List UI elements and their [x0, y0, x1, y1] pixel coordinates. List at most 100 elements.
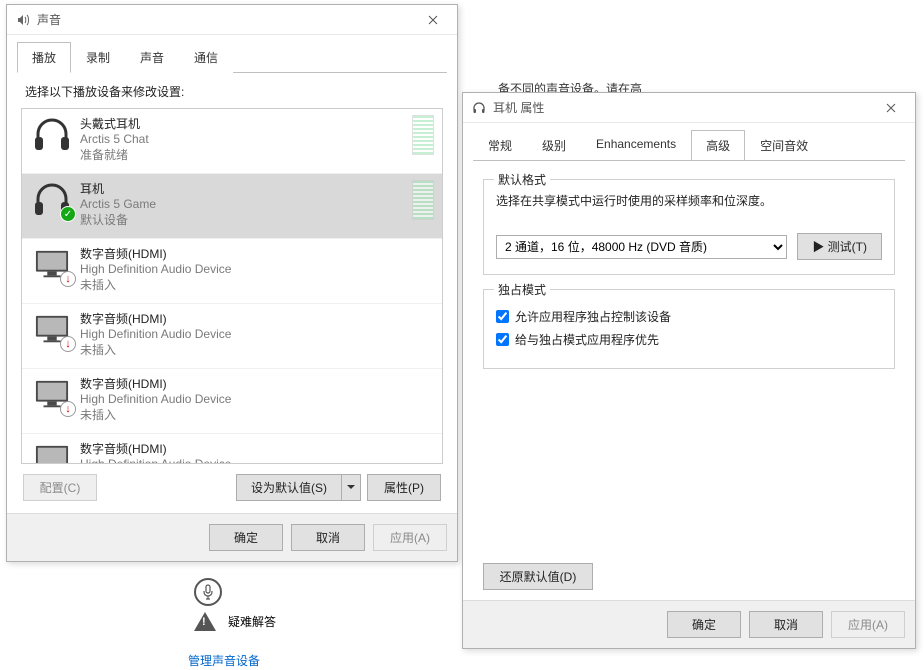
headphones-icon: ✓	[30, 180, 74, 220]
device-name: 数字音频(HDMI)	[80, 440, 434, 457]
manage-sound-link[interactable]: 管理声音设备	[188, 652, 260, 669]
sound-titlebar: 声音	[7, 5, 457, 35]
props-tab-0[interactable]: 常规	[473, 130, 527, 161]
props-titlebar: 耳机 属性	[463, 93, 915, 123]
headphones-icon	[471, 100, 487, 116]
device-row[interactable]: ↓数字音频(HDMI)High Definition Audio Device未…	[22, 304, 442, 369]
device-status: 准备就绪	[80, 146, 408, 163]
unplugged-badge-icon: ↓	[60, 336, 76, 352]
close-icon[interactable]	[875, 94, 907, 122]
instruction-text: 选择以下播放设备来修改设置:	[21, 83, 443, 108]
troubleshoot-label: 疑难解答	[228, 613, 276, 630]
device-texts: 数字音频(HDMI)High Definition Audio Device未插…	[80, 245, 434, 293]
device-sub: High Definition Audio Device	[80, 327, 434, 341]
troubleshoot-row[interactable]: 疑难解答	[194, 612, 276, 631]
device-texts: 数字音频(HDMI)High Definition Audio Device未插…	[80, 310, 434, 358]
device-name: 头戴式耳机	[80, 115, 408, 132]
checkbox-input[interactable]	[496, 333, 509, 346]
monitor-icon: ↓	[30, 375, 74, 415]
device-texts: 数字音频(HDMI)High Definition Audio Device	[80, 440, 434, 464]
device-buttons-row: 配置(C) 设为默认值(S) 属性(P)	[21, 464, 443, 509]
props-tabs: 常规级别Enhancements高级空间音效	[463, 123, 915, 160]
monitor-icon: ↓	[30, 245, 74, 285]
sound-tab-1[interactable]: 录制	[71, 42, 125, 73]
device-name: 数字音频(HDMI)	[80, 375, 434, 392]
props-tab-body: 默认格式 选择在共享模式中运行时使用的采样频率和位深度。 2 通道，16 位，4…	[473, 160, 905, 600]
apply-button[interactable]: 应用(A)	[373, 524, 447, 551]
device-sub: High Definition Audio Device	[80, 262, 434, 276]
sound-window: 声音 播放录制声音通信 选择以下播放设备来修改设置: 头戴式耳机Arctis 5…	[6, 4, 458, 562]
cancel-button[interactable]: 取消	[749, 611, 823, 638]
device-status: 未插入	[80, 341, 434, 358]
format-select[interactable]: 2 通道，16 位，48000 Hz (DVD 音质)	[496, 235, 787, 259]
device-status: 未插入	[80, 276, 434, 293]
props-tab-3[interactable]: 高级	[691, 130, 745, 161]
sound-tab-0[interactable]: 播放	[17, 42, 71, 73]
sound-tab-3[interactable]: 通信	[179, 42, 233, 73]
configure-button[interactable]: 配置(C)	[23, 474, 97, 501]
props-window: 耳机 属性 常规级别Enhancements高级空间音效 默认格式 选择在共享模…	[462, 92, 916, 649]
props-tab-2[interactable]: Enhancements	[581, 130, 691, 161]
unplugged-badge-icon: ↓	[60, 401, 76, 417]
monitor-icon	[30, 440, 74, 464]
sound-tab-body: 选择以下播放设备来修改设置: 头戴式耳机Arctis 5 Chat准备就绪 ✓耳机…	[17, 72, 447, 513]
checkbox-label: 允许应用程序独占控制该设备	[515, 308, 671, 325]
device-sub: Arctis 5 Chat	[80, 132, 408, 146]
check-badge-icon: ✓	[60, 206, 76, 222]
device-status: 默认设备	[80, 211, 408, 228]
device-name: 耳机	[80, 180, 408, 197]
device-row[interactable]: ↓数字音频(HDMI)High Definition Audio Device未…	[22, 239, 442, 304]
device-sub: Arctis 5 Game	[80, 197, 408, 211]
sound-tab-2[interactable]: 声音	[125, 42, 179, 73]
device-name: 数字音频(HDMI)	[80, 245, 434, 262]
level-meter	[412, 115, 434, 155]
default-format-desc: 选择在共享模式中运行时使用的采样频率和位深度。	[496, 192, 882, 209]
props-tab-4[interactable]: 空间音效	[745, 130, 823, 161]
warning-icon	[194, 612, 216, 631]
level-meter	[412, 180, 434, 220]
checkbox-label: 给与独占模式应用程序优先	[515, 331, 659, 348]
test-button[interactable]: ▶ 测试(T)	[797, 233, 882, 260]
sound-tabs: 播放录制声音通信	[7, 35, 457, 72]
props-tab-1[interactable]: 级别	[527, 130, 581, 161]
device-list[interactable]: 头戴式耳机Arctis 5 Chat准备就绪 ✓耳机Arctis 5 Game默认…	[21, 108, 443, 464]
exclusive-priority-checkbox[interactable]: 给与独占模式应用程序优先	[496, 331, 882, 348]
format-row: 2 通道，16 位，48000 Hz (DVD 音质) ▶ 测试(T)	[496, 233, 882, 260]
device-texts: 头戴式耳机Arctis 5 Chat准备就绪	[80, 115, 408, 163]
monitor-icon: ↓	[30, 310, 74, 350]
device-name: 数字音频(HDMI)	[80, 310, 434, 327]
exclusive-mode-title: 独占模式	[494, 281, 550, 298]
set-default-button[interactable]: 设为默认值(S)	[236, 474, 341, 501]
device-row[interactable]: 数字音频(HDMI)High Definition Audio Device	[22, 434, 442, 464]
device-row[interactable]: ↓数字音频(HDMI)High Definition Audio Device未…	[22, 369, 442, 434]
checkbox-input[interactable]	[496, 310, 509, 323]
restore-defaults-button[interactable]: 还原默认值(D)	[483, 563, 593, 590]
speaker-icon	[15, 12, 31, 28]
props-title: 耳机 属性	[493, 99, 875, 116]
default-format-title: 默认格式	[494, 171, 550, 188]
device-row[interactable]: 头戴式耳机Arctis 5 Chat准备就绪	[22, 109, 442, 174]
device-sub: High Definition Audio Device	[80, 392, 434, 406]
sound-title: 声音	[37, 11, 417, 28]
headphones-icon	[30, 115, 74, 155]
properties-button[interactable]: 属性(P)	[367, 474, 441, 501]
cancel-button[interactable]: 取消	[291, 524, 365, 551]
device-sub: High Definition Audio Device	[80, 457, 434, 464]
unplugged-badge-icon: ↓	[60, 271, 76, 287]
ok-button[interactable]: 确定	[209, 524, 283, 551]
mic-icon	[194, 578, 222, 606]
props-footer: 确定 取消 应用(A)	[463, 600, 915, 648]
device-row[interactable]: ✓耳机Arctis 5 Game默认设备	[22, 174, 442, 239]
apply-button[interactable]: 应用(A)	[831, 611, 905, 638]
device-status: 未插入	[80, 406, 434, 423]
close-icon[interactable]	[417, 6, 449, 34]
allow-exclusive-checkbox[interactable]: 允许应用程序独占控制该设备	[496, 308, 882, 325]
chevron-down-icon[interactable]	[341, 474, 361, 501]
sound-footer: 确定 取消 应用(A)	[7, 513, 457, 561]
device-texts: 耳机Arctis 5 Game默认设备	[80, 180, 408, 228]
default-format-group: 默认格式 选择在共享模式中运行时使用的采样频率和位深度。 2 通道，16 位，4…	[483, 179, 895, 275]
set-default-split-button[interactable]: 设为默认值(S)	[236, 474, 361, 501]
bg-mic-row	[194, 578, 222, 606]
device-texts: 数字音频(HDMI)High Definition Audio Device未插…	[80, 375, 434, 423]
ok-button[interactable]: 确定	[667, 611, 741, 638]
